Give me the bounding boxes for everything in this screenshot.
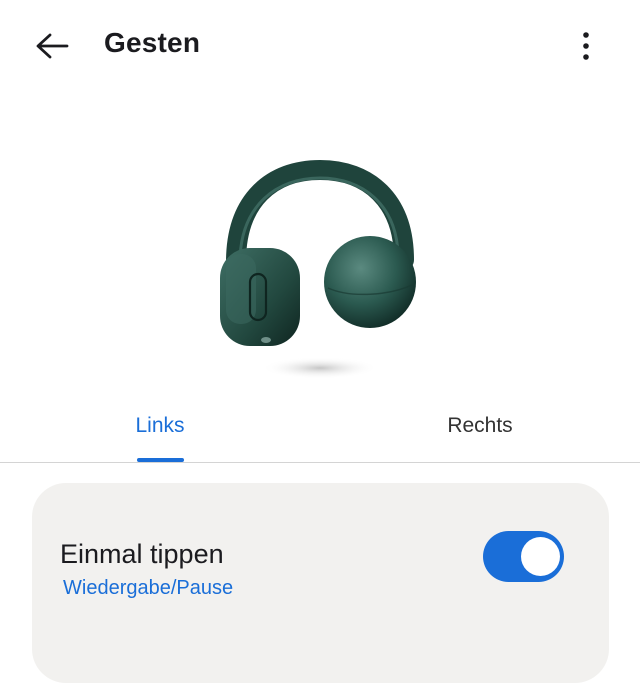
- headphones-image: [200, 150, 440, 390]
- gesture-card: Einmal tippen Wiedergabe/Pause: [32, 483, 609, 683]
- tab-rechts[interactable]: Rechts: [320, 396, 640, 462]
- tab-links-label: Links: [135, 414, 185, 437]
- tab-divider: [0, 462, 640, 463]
- more-options-button[interactable]: [566, 24, 606, 68]
- gesture-action[interactable]: Wiedergabe/Pause: [63, 577, 233, 600]
- arrow-left-icon: [36, 33, 69, 59]
- side-tabs: Links Rechts: [0, 396, 640, 464]
- page-title: Gesten: [104, 27, 201, 58]
- app-bar: Gesten: [0, 0, 640, 92]
- gesture-title: Einmal tippen: [60, 539, 224, 569]
- more-vertical-icon: [583, 32, 589, 60]
- gesture-row-single-tap[interactable]: Einmal tippen Wiedergabe/Pause: [32, 483, 609, 623]
- single-tap-toggle[interactable]: [483, 531, 564, 582]
- tab-rechts-label: Rechts: [447, 414, 513, 437]
- toggle-knob: [521, 537, 560, 576]
- back-button[interactable]: [26, 22, 78, 70]
- tab-links[interactable]: Links: [0, 396, 320, 462]
